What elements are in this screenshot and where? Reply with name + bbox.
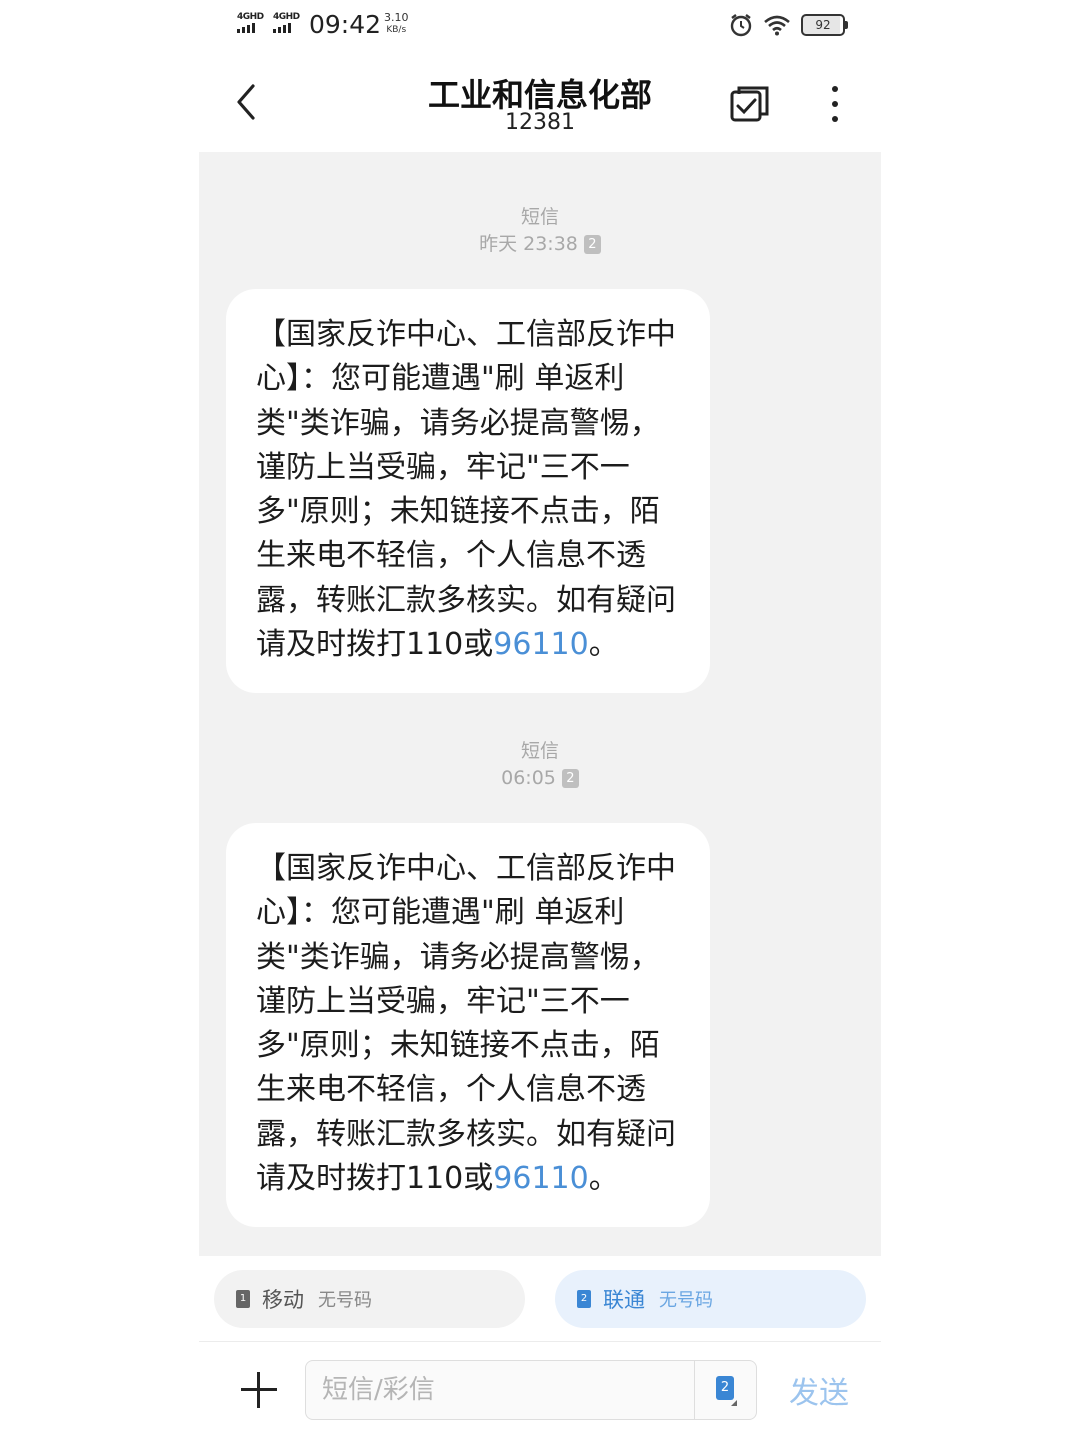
network-speed-value: 3.10 bbox=[384, 11, 409, 24]
message-type-label: 短信 bbox=[520, 740, 559, 762]
status-right-icons: 92 bbox=[729, 12, 848, 38]
sim-card-icon: 2 bbox=[577, 1290, 591, 1308]
status-time: 09:42 bbox=[309, 10, 382, 39]
sim1-carrier: 移动 bbox=[262, 1288, 304, 1312]
sim1-button[interactable]: 1 移动 无号码 bbox=[214, 1270, 525, 1328]
message-time: 06:05 bbox=[501, 767, 556, 789]
network-speed-unit: KB/s bbox=[386, 25, 407, 35]
message-bubble-1[interactable]: 【国家反诈中心、工信部反诈中心】：您可能遭遇"刷 单返利类"类诈骗，请务必提高警… bbox=[226, 289, 710, 694]
message-timestamp-1: 短信 昨天 23:38 2 bbox=[199, 204, 881, 258]
signal-sim2-icon: 4GHD bbox=[273, 12, 300, 33]
sim-card-icon: 1 bbox=[236, 1290, 250, 1308]
sim-switch-button[interactable]: 2 bbox=[694, 1360, 758, 1420]
corner-triangle-icon bbox=[731, 1400, 737, 1406]
sim1-number: 无号码 bbox=[318, 1290, 372, 1311]
message-text-end: 。 bbox=[588, 1161, 619, 1197]
conversation-header: 工业和信息化部 12381 bbox=[199, 52, 881, 152]
sim2-number: 无号码 bbox=[659, 1290, 713, 1311]
phone-link[interactable]: 96110 bbox=[493, 1161, 588, 1196]
message-text-end: 。 bbox=[588, 627, 619, 663]
multi-select-button[interactable] bbox=[729, 82, 771, 124]
wifi-icon bbox=[764, 15, 790, 36]
sms-conversation-screen: 4GHD 4GHD 09:42 3.10 KB/s 92 工业和信息化部 123… bbox=[199, 0, 881, 1439]
message-text: 【国家反诈中心、工信部反诈中心】：您可能遭遇"刷 单返利类"类诈骗，请务必提高警… bbox=[256, 851, 676, 1197]
message-input[interactable] bbox=[305, 1360, 757, 1420]
select-checkbox-icon bbox=[730, 86, 769, 122]
more-vertical-icon bbox=[832, 86, 838, 122]
signal-sim2-label: 4GHD bbox=[273, 12, 300, 22]
message-type-label: 短信 bbox=[520, 206, 559, 228]
sim-selector: 1 移动 无号码 2 联通 无号码 bbox=[199, 1256, 881, 1342]
message-bubble-2[interactable]: 【国家反诈中心、工信部反诈中心】：您可能遭遇"刷 单返利类"类诈骗，请务必提高警… bbox=[226, 823, 710, 1228]
sim2-carrier: 联通 bbox=[603, 1288, 645, 1312]
sim-badge-icon: 2 bbox=[583, 235, 601, 254]
add-attachment-button[interactable] bbox=[241, 1372, 277, 1408]
sim-badge-icon: 2 bbox=[561, 769, 579, 788]
composer-bar: 2 发送 bbox=[199, 1342, 881, 1439]
message-timestamp-2: 短信 06:05 2 bbox=[199, 738, 881, 792]
signal-sim1-icon: 4GHD bbox=[237, 12, 264, 33]
sim2-button[interactable]: 2 联通 无号码 bbox=[555, 1270, 866, 1328]
network-speed: 3.10 KB/s bbox=[384, 12, 409, 36]
phone-link[interactable]: 96110 bbox=[493, 627, 588, 662]
send-button[interactable]: 发送 bbox=[779, 1368, 859, 1412]
status-bar: 4GHD 4GHD 09:42 3.10 KB/s 92 bbox=[199, 0, 881, 52]
battery-icon: 92 bbox=[801, 14, 848, 36]
more-options-button[interactable] bbox=[821, 82, 849, 126]
alarm-clock-icon bbox=[730, 14, 752, 37]
message-time: 昨天 23:38 bbox=[479, 233, 578, 255]
message-list[interactable]: 短信 昨天 23:38 2 【国家反诈中心、工信部反诈中心】：您可能遭遇"刷 单返… bbox=[199, 152, 881, 1256]
contact-number: 12381 bbox=[505, 110, 575, 135]
message-text: 【国家反诈中心、工信部反诈中心】：您可能遭遇"刷 单返利类"类诈骗，请务必提高警… bbox=[256, 317, 676, 663]
signal-sim1-label: 4GHD bbox=[237, 12, 264, 22]
sim-card-icon: 2 bbox=[716, 1376, 734, 1400]
